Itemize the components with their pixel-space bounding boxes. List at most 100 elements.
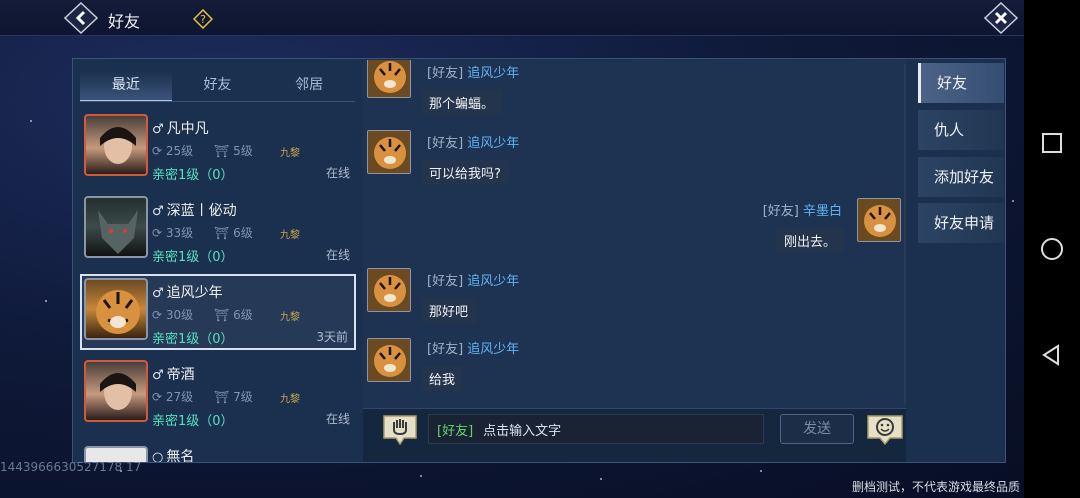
emoji-icon	[867, 415, 903, 446]
page-title: 好友	[108, 12, 141, 31]
message-sender: [好友] 追风少年	[427, 342, 520, 357]
tab-recent[interactable]: 最近	[80, 70, 172, 102]
friend-level: ⟳ 30级	[152, 308, 194, 322]
friend-item[interactable]: ♂ 凡中凡 ⟳ 25级 ⛩ 5级 九黎 亲密1级（0） 在线	[80, 110, 356, 186]
back-icon	[63, 1, 99, 35]
male-icon: ♂	[152, 286, 164, 301]
side-tab-friend-requests[interactable]: 好友申请	[918, 203, 1004, 243]
footer-notice: 删档测试，不代表游戏最终品质	[852, 480, 1021, 494]
tiger-portrait-icon	[368, 131, 410, 173]
friend-intimacy: 亲密1级（0）	[152, 414, 234, 429]
message-sender: [好友] 追风少年	[427, 66, 520, 81]
male-icon: ♂	[152, 368, 164, 383]
watermark-id: 1443966630527178 17	[0, 460, 142, 474]
star	[45, 300, 47, 302]
male-portrait-icon	[100, 373, 136, 410]
avatar	[84, 278, 148, 340]
friend-status: 在线	[325, 166, 350, 180]
message-avatar	[367, 268, 411, 312]
help-button[interactable]: ?	[192, 8, 214, 30]
message-sender: [好友] 辛墨白	[762, 204, 842, 219]
message-avatar	[367, 338, 411, 382]
star	[30, 120, 32, 122]
friend-item[interactable]: ○ 無名	[80, 442, 356, 462]
emoji-button[interactable]	[866, 414, 904, 446]
back-nav-button[interactable]	[1040, 343, 1064, 367]
friend-name: ♂ 深蓝丨佖动	[152, 203, 237, 219]
tiger-portrait-icon	[368, 60, 410, 97]
friend-map: 九黎	[280, 230, 300, 241]
friend-status: 在线	[325, 412, 350, 426]
back-button[interactable]	[63, 1, 99, 35]
close-icon	[983, 1, 1019, 35]
tiger-portrait-icon	[368, 269, 410, 311]
friend-sublevel: ⛩ 6级	[214, 226, 253, 240]
message-bubble: 那好吧	[421, 298, 477, 323]
message-bubble: 那个蝙蝠。	[421, 90, 503, 115]
side-tab-friends[interactable]: 好友	[918, 63, 1004, 103]
circle-nav-icon	[1041, 238, 1063, 260]
friend-name: ○ 無名	[152, 446, 194, 462]
friend-item-selected[interactable]: ♂ 追风少年 ⟳ 30级 ⛩ 6级 九黎 亲密1级（0） 3天前	[80, 274, 356, 350]
input-placeholder: 点击输入文字	[483, 423, 562, 439]
friend-map: 九黎	[280, 394, 300, 405]
friend-intimacy: 亲密1级（0）	[152, 332, 234, 347]
friend-level: ⟳ 27级	[152, 390, 194, 404]
side-tab-enemies[interactable]: 仇人	[918, 110, 1004, 150]
voice-icon	[383, 415, 417, 446]
tab-friends[interactable]: 好友	[172, 70, 264, 102]
friend-name: ♂ 追风少年	[152, 285, 223, 301]
gender-icon: ○	[152, 450, 164, 462]
male-icon: ♂	[152, 204, 164, 219]
friend-intimacy: 亲密1级（0）	[152, 250, 234, 265]
friend-level: ⟳ 33级	[152, 226, 194, 240]
friend-intimacy: 亲密1级（0）	[152, 168, 234, 183]
wolf-portrait-icon	[98, 210, 138, 254]
recent-apps-button[interactable]	[1040, 131, 1064, 155]
male-icon: ♂	[152, 122, 164, 137]
star	[600, 478, 602, 480]
friend-status: 3天前	[316, 330, 348, 344]
avatar	[84, 196, 148, 258]
male-portrait-icon	[100, 127, 136, 164]
voice-button[interactable]	[382, 414, 418, 446]
friend-sublevel: ⛩ 5级	[214, 144, 253, 158]
square-nav-icon	[1042, 133, 1062, 153]
friend-list-tabs: 最近 好友 邻居	[80, 70, 355, 102]
svg-text:?: ?	[200, 13, 206, 26]
friend-map: 九黎	[280, 312, 300, 323]
friend-list[interactable]: ♂ 凡中凡 ⟳ 25级 ⛩ 5级 九黎 亲密1级（0） 在线 ♂ 深蓝丨佖动 ⟳ 3…	[80, 110, 356, 462]
message-bubble: 给我	[421, 366, 464, 391]
top-bar	[0, 0, 1024, 36]
close-button[interactable]	[983, 1, 1019, 35]
message-avatar	[367, 130, 411, 174]
star	[760, 470, 762, 472]
home-button[interactable]	[1040, 237, 1064, 261]
chat-scrollbar[interactable]	[904, 64, 906, 404]
message-avatar-self	[857, 198, 901, 242]
friend-status: 在线	[325, 248, 350, 262]
message-bubble: 可以给我吗?	[421, 160, 509, 185]
friend-sublevel: ⛩ 7级	[214, 390, 253, 404]
triangle-nav-icon	[1042, 344, 1059, 366]
message-sender: [好友] 追风少年	[427, 274, 520, 289]
friend-name: ♂ 凡中凡	[152, 121, 209, 137]
tiger-portrait-icon	[96, 290, 140, 334]
tiger-portrait-icon	[858, 199, 900, 241]
tab-neighbors[interactable]: 邻居	[263, 70, 355, 102]
chat-log[interactable]: [好友] 追风少年 那个蝙蝠。 [好友] 追风少年 可以给我吗? [好友] 辛墨…	[363, 60, 906, 408]
friend-item[interactable]: ♂ 帝酒 ⟳ 27级 ⛩ 7级 九黎 亲密1级（0） 在线	[80, 356, 356, 432]
chat-text-input[interactable]: [好友] 点击输入文字	[428, 414, 764, 444]
star	[420, 475, 422, 477]
side-tab-add-friend[interactable]: 添加好友	[918, 157, 1004, 197]
friend-name: ♂ 帝酒	[152, 367, 195, 383]
tiger-portrait-icon	[368, 339, 410, 381]
avatar	[84, 360, 148, 422]
message-sender: [好友] 追风少年	[427, 136, 520, 151]
send-button[interactable]: 发送	[780, 414, 854, 444]
friend-sublevel: ⛩ 6级	[214, 308, 253, 322]
friend-item[interactable]: ♂ 深蓝丨佖动 ⟳ 33级 ⛩ 6级 九黎 亲密1级（0） 在线	[80, 192, 356, 268]
friend-map: 九黎	[280, 148, 300, 159]
help-icon: ?	[192, 8, 214, 30]
tab-divider	[80, 101, 355, 102]
